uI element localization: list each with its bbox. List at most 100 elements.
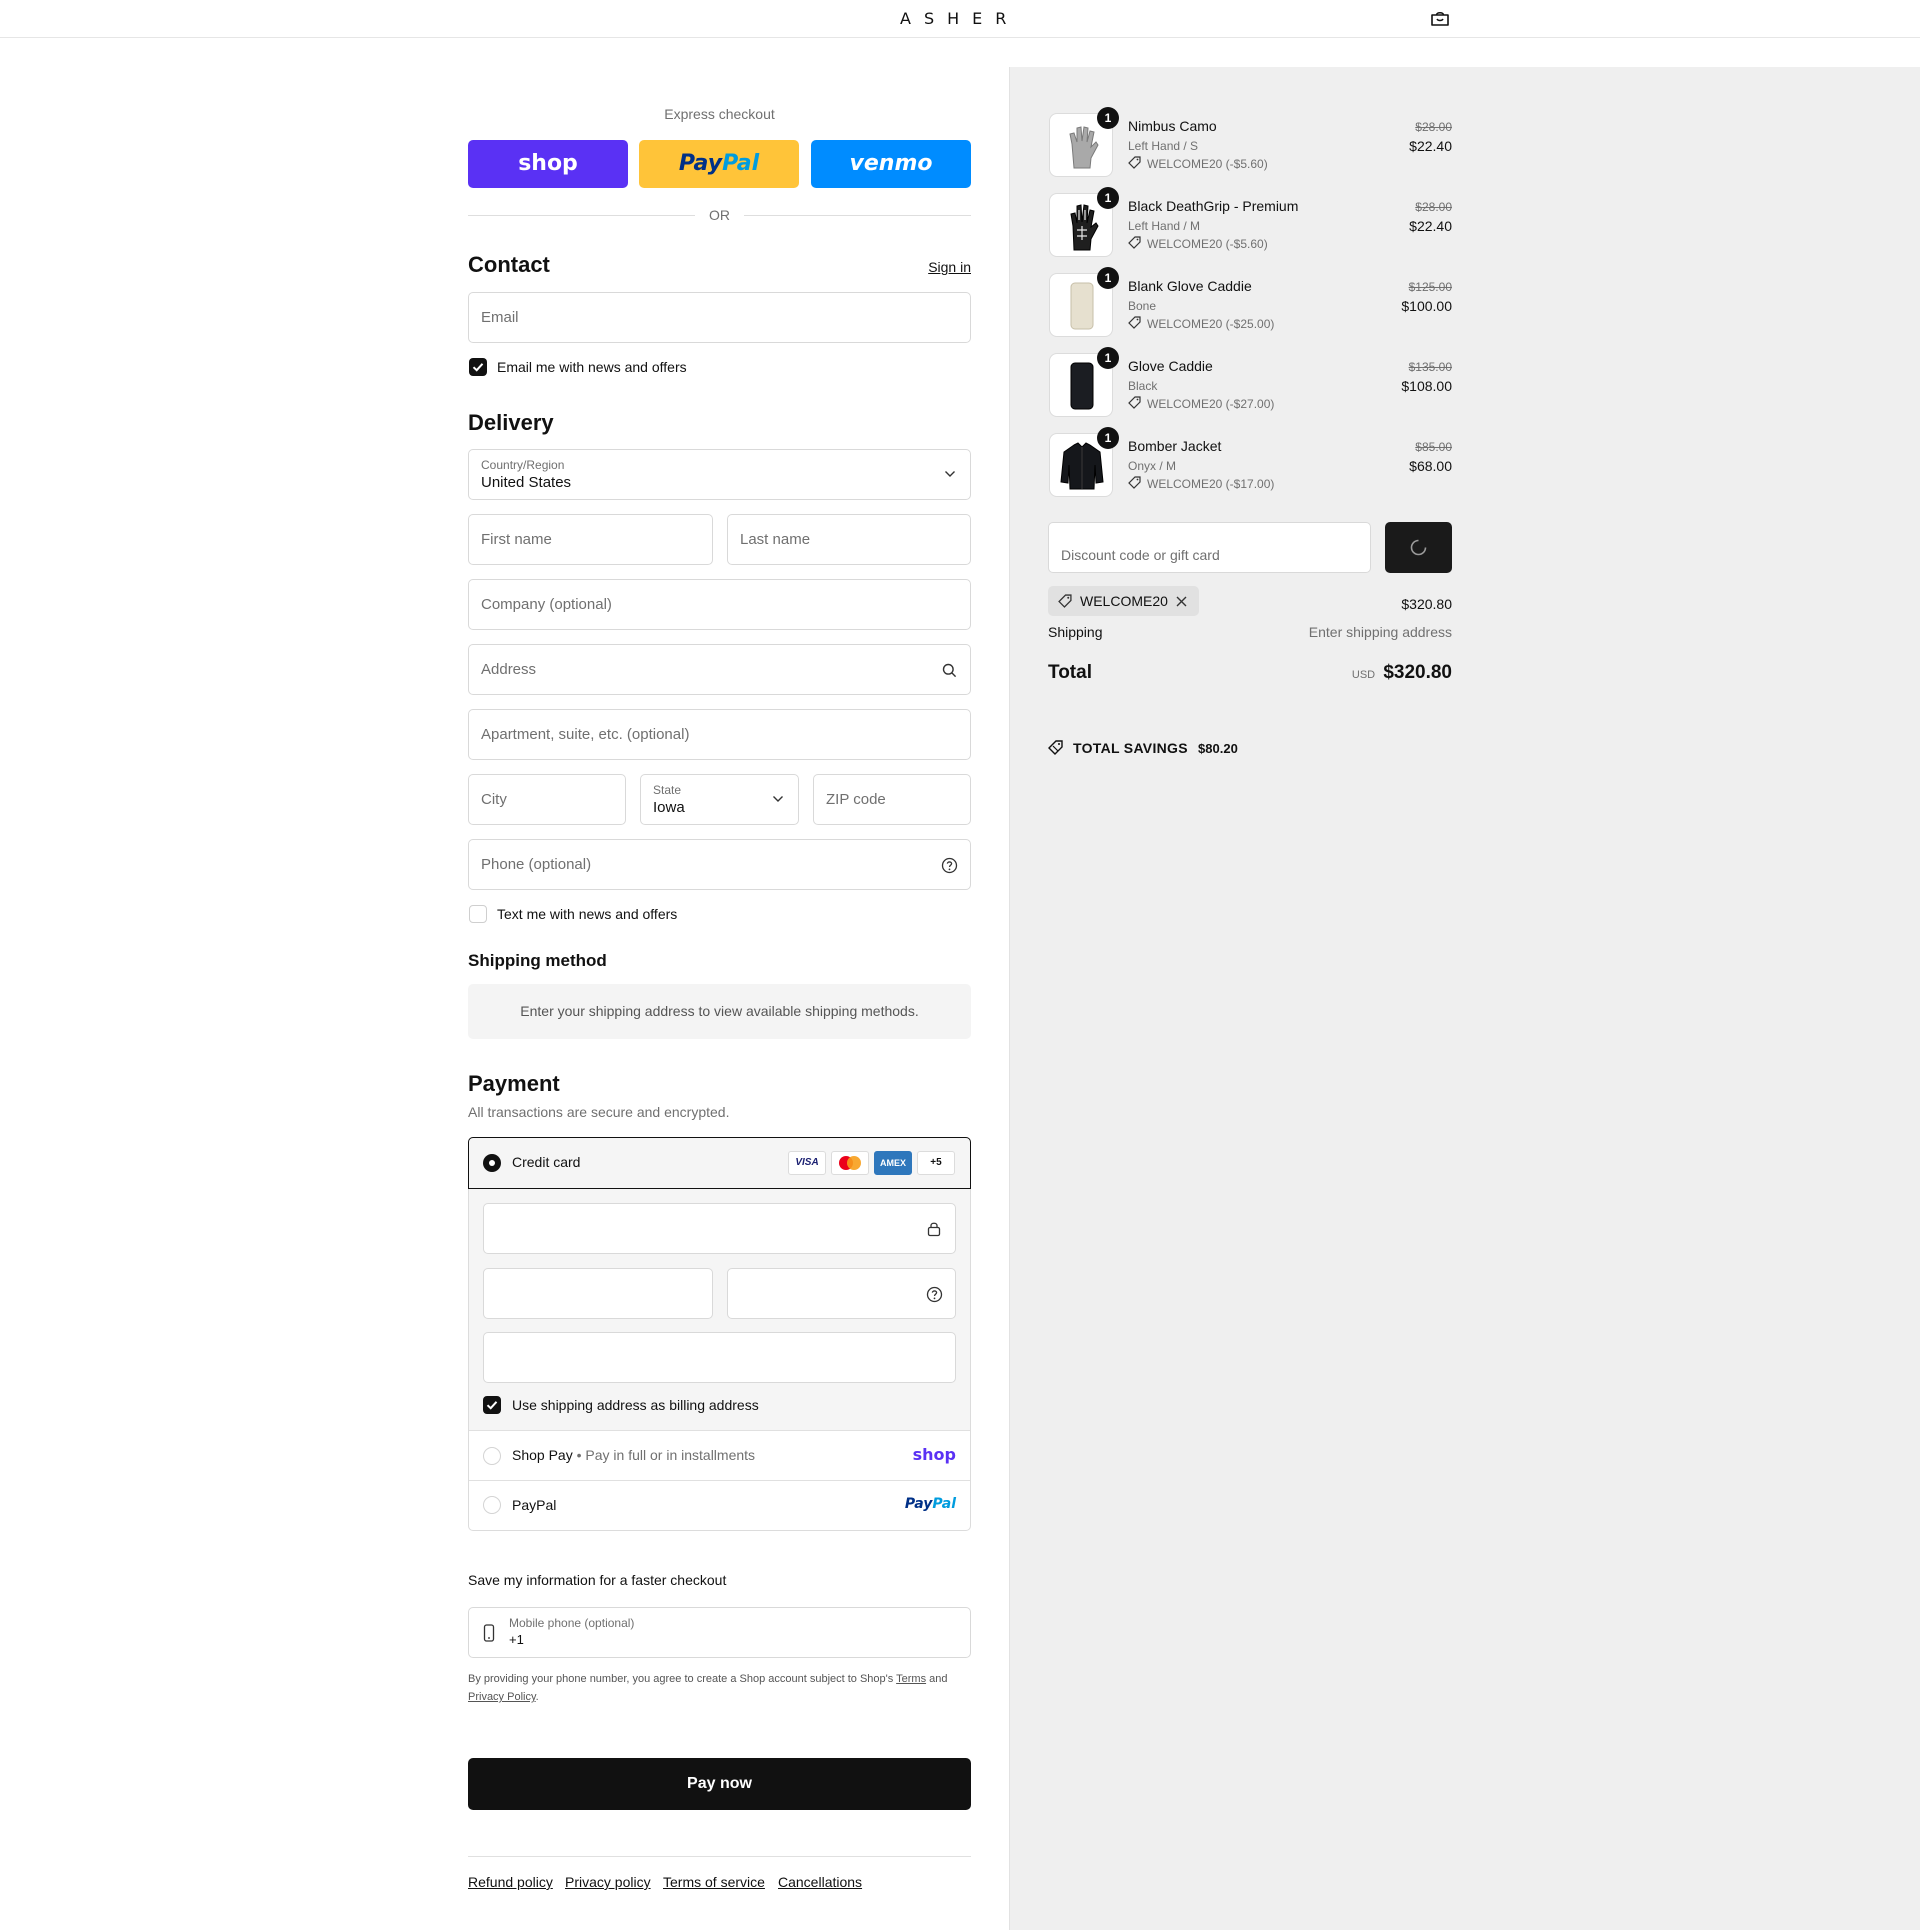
paypal-option-logo: PayPal [880, 1496, 956, 1512]
shipping-label: Shipping [1048, 624, 1103, 640]
discount-code-placeholder: Discount code or gift card [1061, 547, 1220, 563]
discount-tag-icon [1128, 476, 1141, 489]
applied-discount-code: WELCOME20 [1080, 593, 1168, 609]
legal-prefix: By providing your phone number, you agre… [468, 1673, 894, 1685]
product-original-price: $28.00 [1415, 120, 1452, 134]
product-discount: WELCOME20 (-$27.00) [1147, 397, 1275, 411]
help-circle-icon[interactable] [926, 1286, 943, 1303]
privacy-policy-link[interactable]: Privacy policy [565, 1874, 651, 1890]
email-field[interactable]: Email [468, 292, 971, 343]
country-select[interactable]: Country/Region United States [468, 449, 971, 500]
sign-in-link[interactable]: Sign in [900, 259, 971, 275]
product-variant: Black [1128, 379, 1158, 393]
order-summary-panel [1009, 67, 1920, 1930]
address-field[interactable]: Address [468, 644, 971, 695]
apartment-field[interactable]: Apartment, suite, etc. (optional) [468, 709, 971, 760]
paypal-logo-pay: Pay [904, 1496, 933, 1512]
city-field[interactable]: City [468, 774, 626, 825]
credit-card-radio[interactable] [483, 1154, 501, 1172]
card-number-field[interactable] [483, 1203, 956, 1254]
country-value: United States [481, 474, 572, 491]
terms-of-service-link[interactable]: Terms of service [663, 1874, 765, 1890]
state-select[interactable]: State Iowa [640, 774, 799, 825]
apartment-placeholder: Apartment, suite, etc. (optional) [481, 726, 690, 743]
security-code-field[interactable] [727, 1268, 956, 1319]
sms-newsletter-checkbox[interactable] [469, 905, 487, 923]
product-original-price: $125.00 [1408, 280, 1452, 294]
apply-discount-button[interactable] [1385, 522, 1452, 573]
footer-divider [468, 1856, 971, 1857]
product-discount: WELCOME20 (-$17.00) [1147, 477, 1275, 491]
venmo-logo: venmo [849, 151, 933, 176]
product-original-price: $28.00 [1415, 200, 1452, 214]
venmo-express-button[interactable]: venmo [811, 140, 971, 188]
chevron-down-icon [773, 796, 783, 802]
shop-terms-link[interactable]: Terms [896, 1673, 926, 1685]
product-price: $22.40 [1409, 138, 1452, 154]
first-name-placeholder: First name [481, 531, 552, 548]
phone-field[interactable]: Phone (optional) [468, 839, 971, 890]
billing-same-checkbox[interactable] [483, 1396, 501, 1414]
paypal-radio[interactable] [483, 1496, 501, 1514]
savings-tag-icon [1048, 740, 1063, 755]
discount-tag-icon [1128, 236, 1141, 249]
payment-subtitle: All transactions are secure and encrypte… [468, 1104, 730, 1120]
billing-same-label: Use shipping address as billing address [512, 1397, 759, 1413]
discount-code-field[interactable]: Discount code or gift card [1048, 522, 1371, 573]
paypal-express-button[interactable]: PayPal [639, 140, 799, 188]
company-field[interactable]: Company (optional) [468, 579, 971, 630]
zip-field[interactable]: ZIP code [813, 774, 971, 825]
or-divider-right [744, 215, 971, 216]
phone-placeholder: Phone (optional) [481, 856, 592, 873]
close-icon[interactable] [1176, 596, 1187, 607]
shop-pay-logo: shop [912, 1445, 956, 1464]
state-label: State [653, 783, 682, 797]
name-on-card-field[interactable] [483, 1332, 956, 1383]
pay-now-button[interactable]: Pay now [468, 1758, 971, 1810]
shop-pay-radio[interactable] [483, 1447, 501, 1465]
brand-logo[interactable]: ASHER [900, 9, 1019, 28]
delivery-heading: Delivery [468, 410, 554, 435]
state-value: Iowa [653, 799, 685, 816]
shop-legal-text: By providing your phone number, you agre… [468, 1670, 971, 1706]
site-header: ASHER [0, 0, 1920, 38]
email-newsletter-checkbox[interactable] [469, 358, 487, 376]
expiration-date-field[interactable] [483, 1268, 713, 1319]
or-divider-left [468, 215, 695, 216]
product-name: Nimbus Camo [1128, 118, 1217, 134]
last-name-field[interactable]: Last name [727, 514, 971, 565]
mobile-phone-field[interactable]: Mobile phone (optional) +1 [468, 1607, 971, 1658]
shipping-method-heading: Shipping method [468, 951, 607, 970]
shipping-method-notice: Enter your shipping address to view avai… [468, 984, 971, 1039]
quantity-badge: 1 [1097, 267, 1119, 289]
product-variant: Left Hand / S [1128, 139, 1199, 153]
cancellations-link[interactable]: Cancellations [778, 1874, 862, 1890]
product-price: $108.00 [1401, 378, 1452, 394]
mastercard-icon [831, 1151, 869, 1175]
paypal-logo-pal: Pal [722, 151, 760, 176]
first-name-field[interactable]: First name [468, 514, 713, 565]
help-circle-icon[interactable] [941, 857, 958, 874]
shopping-bag-icon[interactable] [1429, 10, 1451, 27]
shop-privacy-link[interactable]: Privacy Policy [468, 1691, 536, 1703]
lock-icon [927, 1222, 941, 1237]
paypal-logo-pal: Pal [932, 1496, 956, 1512]
checkmark-icon [486, 1401, 498, 1410]
product-variant: Bone [1128, 299, 1157, 313]
product-discount: WELCOME20 (-$25.00) [1147, 317, 1275, 331]
email-newsletter-label: Email me with news and offers [497, 359, 687, 375]
total-label: Total [1048, 662, 1092, 683]
save-info-heading: Save my information for a faster checkou… [468, 1572, 727, 1588]
shop-pay-express-button[interactable]: shop [468, 140, 628, 188]
product-original-price: $85.00 [1415, 440, 1452, 454]
product-discount: WELCOME20 (-$5.60) [1147, 237, 1268, 251]
address-placeholder: Address [481, 661, 537, 678]
quantity-badge: 1 [1097, 187, 1119, 209]
refund-policy-link[interactable]: Refund policy [468, 1874, 553, 1890]
shop-pay-label: Shop Pay [512, 1447, 573, 1463]
product-name: Bomber Jacket [1128, 438, 1222, 454]
chevron-down-icon [945, 471, 955, 477]
shop-pay-logo: shop [518, 151, 578, 176]
mobile-phone-label: Mobile phone (optional) [509, 1616, 635, 1630]
payment-heading: Payment [468, 1071, 560, 1096]
